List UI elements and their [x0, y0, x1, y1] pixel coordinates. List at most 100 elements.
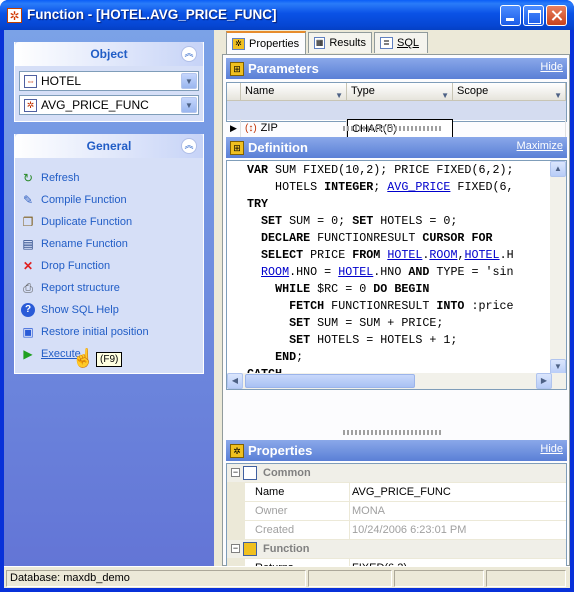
- current-row-arrow-icon: ▶: [227, 119, 241, 138]
- column-header-name[interactable]: Name ▼: [241, 83, 347, 101]
- general-panel: General ︽ ↻ Refresh ✎ Compile Function ❐…: [14, 134, 204, 374]
- horizontal-scroll-thumb[interactable]: [245, 374, 415, 388]
- show-sql-help-label: Show SQL Help: [41, 304, 119, 316]
- hide-properties-link[interactable]: Hide: [540, 443, 563, 455]
- column-header-scope-label: Scope: [457, 85, 489, 97]
- property-row-name[interactable]: Name AVG_PRICE_FUNC: [227, 483, 566, 502]
- common-category-icon: [243, 466, 257, 480]
- restore-position-action[interactable]: ▣ Restore initial position: [21, 322, 148, 342]
- function-app-icon: ✲: [7, 8, 22, 23]
- status-panel-3: [394, 570, 484, 587]
- maximize-button[interactable]: [523, 5, 544, 26]
- definition-icon: ⊞: [230, 140, 244, 155]
- properties-header: ✲ Properties Hide: [226, 440, 567, 461]
- status-panel-2: [308, 570, 392, 587]
- drop-icon: ✕: [22, 259, 34, 273]
- general-panel-header[interactable]: General ︽: [15, 134, 203, 158]
- function-icon: ✲: [24, 98, 37, 112]
- scroll-left-icon[interactable]: ◀: [227, 373, 243, 389]
- tab-results[interactable]: ▦ Results: [308, 32, 372, 53]
- hand-cursor-icon: ☝: [72, 348, 95, 368]
- property-created-value: 10/24/2006 6:23:01 PM: [349, 521, 466, 539]
- tab-properties-label: Properties: [249, 37, 300, 50]
- collapse-icon[interactable]: −: [231, 544, 240, 553]
- row-indicator-header: [227, 83, 241, 101]
- compile-icon: ✎: [22, 193, 34, 207]
- report-structure-action[interactable]: ⎙ Report structure: [21, 278, 120, 298]
- properties-inspector[interactable]: − Common Name AVG_PRICE_FUNC Owner MONA …: [226, 463, 567, 583]
- minimize-button[interactable]: [500, 5, 521, 26]
- sql-editor[interactable]: VAR SUM FIXED(10,2); PRICE FIXED(6,2); H…: [226, 160, 567, 390]
- category-function[interactable]: − Function: [227, 540, 566, 559]
- database-select[interactable]: ⇔ HOTEL ▼: [19, 71, 199, 91]
- title-bar[interactable]: ✲ Function - [HOTEL.AVG_PRICE_FUNC]: [0, 0, 574, 30]
- parameter-name-value: ZIP: [260, 122, 278, 134]
- sql-code[interactable]: VAR SUM FIXED(10,2); PRICE FIXED(6,2); H…: [247, 162, 514, 383]
- maximize-definition-link[interactable]: Maximize: [517, 140, 563, 152]
- function-select-value: AVG_PRICE_FUNC: [41, 98, 149, 112]
- duplicate-function-action[interactable]: ❐ Duplicate Function: [21, 212, 133, 232]
- status-panel-4: [486, 570, 566, 587]
- column-header-type-label: Type: [351, 85, 375, 97]
- status-database: Database: maxdb_demo: [6, 570, 306, 587]
- tab-properties[interactable]: ✲ Properties: [226, 31, 306, 54]
- category-function-label: Function: [263, 543, 310, 555]
- property-owner-label: Owner: [255, 505, 288, 517]
- refresh-label: Refresh: [41, 172, 80, 184]
- tab-sql[interactable]: ≣ SQL: [374, 32, 428, 53]
- sql-icon: ≣: [380, 37, 393, 49]
- properties-icon: ✲: [232, 37, 245, 50]
- chevron-down-icon[interactable]: ▼: [181, 97, 197, 113]
- table-row[interactable]: ▶ (↕)ZIP CHAR(5): [227, 101, 566, 138]
- drop-function-label: Drop Function: [41, 260, 111, 272]
- definition-title: Definition: [248, 140, 308, 155]
- splitter[interactable]: [214, 30, 222, 566]
- column-header-type[interactable]: Type ▼: [347, 83, 453, 101]
- properties-title: Properties: [248, 443, 313, 458]
- column-header-scope[interactable]: Scope ▼: [453, 83, 566, 101]
- property-created-label: Created: [255, 524, 295, 536]
- collapse-icon[interactable]: −: [231, 468, 240, 477]
- vertical-scrollbar[interactable]: ▲ ▼: [550, 161, 566, 375]
- scroll-up-icon[interactable]: ▲: [550, 161, 566, 177]
- parameter-icon: (↕): [245, 123, 257, 134]
- compile-function-label: Compile Function: [41, 194, 127, 206]
- compile-function-action[interactable]: ✎ Compile Function: [21, 190, 127, 210]
- report-icon: ⎙: [23, 281, 33, 295]
- close-button[interactable]: [546, 5, 567, 26]
- property-row-created[interactable]: Created 10/24/2006 6:23:01 PM: [227, 521, 566, 540]
- property-name-value: AVG_PRICE_FUNC: [349, 483, 451, 501]
- column-header-name-label: Name: [245, 85, 275, 97]
- show-sql-help-action[interactable]: ? Show SQL Help: [21, 300, 119, 320]
- function-select[interactable]: ✲ AVG_PRICE_FUNC ▼: [19, 95, 199, 115]
- parameter-name-cell[interactable]: (↕) ZIP: [241, 119, 347, 138]
- refresh-icon: ↻: [22, 171, 34, 185]
- tab-strip: ✲ Properties ▦ Results ≣ SQL: [226, 31, 570, 54]
- execute-tooltip: (F9): [96, 352, 123, 367]
- refresh-action[interactable]: ↻ Refresh: [21, 168, 80, 188]
- properties-icon: ✲: [230, 443, 244, 458]
- collapse-icon[interactable]: ︽: [181, 138, 197, 154]
- horizontal-scrollbar[interactable]: ◀ ▶: [227, 373, 566, 389]
- drop-function-action[interactable]: ✕ Drop Function: [21, 256, 110, 276]
- scroll-right-icon[interactable]: ▶: [536, 373, 552, 389]
- object-panel: Object ︽ ⇔ HOTEL ▼ ✲ AVG_PRICE_FUNC ▼: [14, 42, 204, 122]
- chevron-down-icon[interactable]: ▼: [181, 73, 197, 89]
- hide-parameters-link[interactable]: Hide: [540, 61, 563, 73]
- database-icon: ⇔: [24, 74, 37, 88]
- object-panel-title: Object: [90, 47, 128, 61]
- object-panel-header[interactable]: Object ︽: [15, 42, 203, 66]
- parameters-resize-grip[interactable]: [343, 126, 443, 131]
- category-common[interactable]: − Common: [227, 464, 566, 483]
- parameter-scope-cell[interactable]: [453, 119, 566, 138]
- property-owner-value: MONA: [349, 502, 385, 520]
- report-structure-label: Report structure: [41, 282, 120, 294]
- parameters-title: Parameters: [248, 61, 319, 76]
- parameters-grid[interactable]: Name ▼ Type ▼ Scope ▼ ▶ (↕)ZIP CHAR(5): [226, 82, 567, 138]
- rename-function-action[interactable]: ▤ Rename Function: [21, 234, 128, 254]
- results-grid-icon: ▦: [314, 37, 326, 49]
- status-bar: Database: maxdb_demo: [4, 566, 570, 588]
- collapse-icon[interactable]: ︽: [181, 46, 197, 62]
- property-row-owner[interactable]: Owner MONA: [227, 502, 566, 521]
- definition-resize-grip[interactable]: [343, 430, 443, 435]
